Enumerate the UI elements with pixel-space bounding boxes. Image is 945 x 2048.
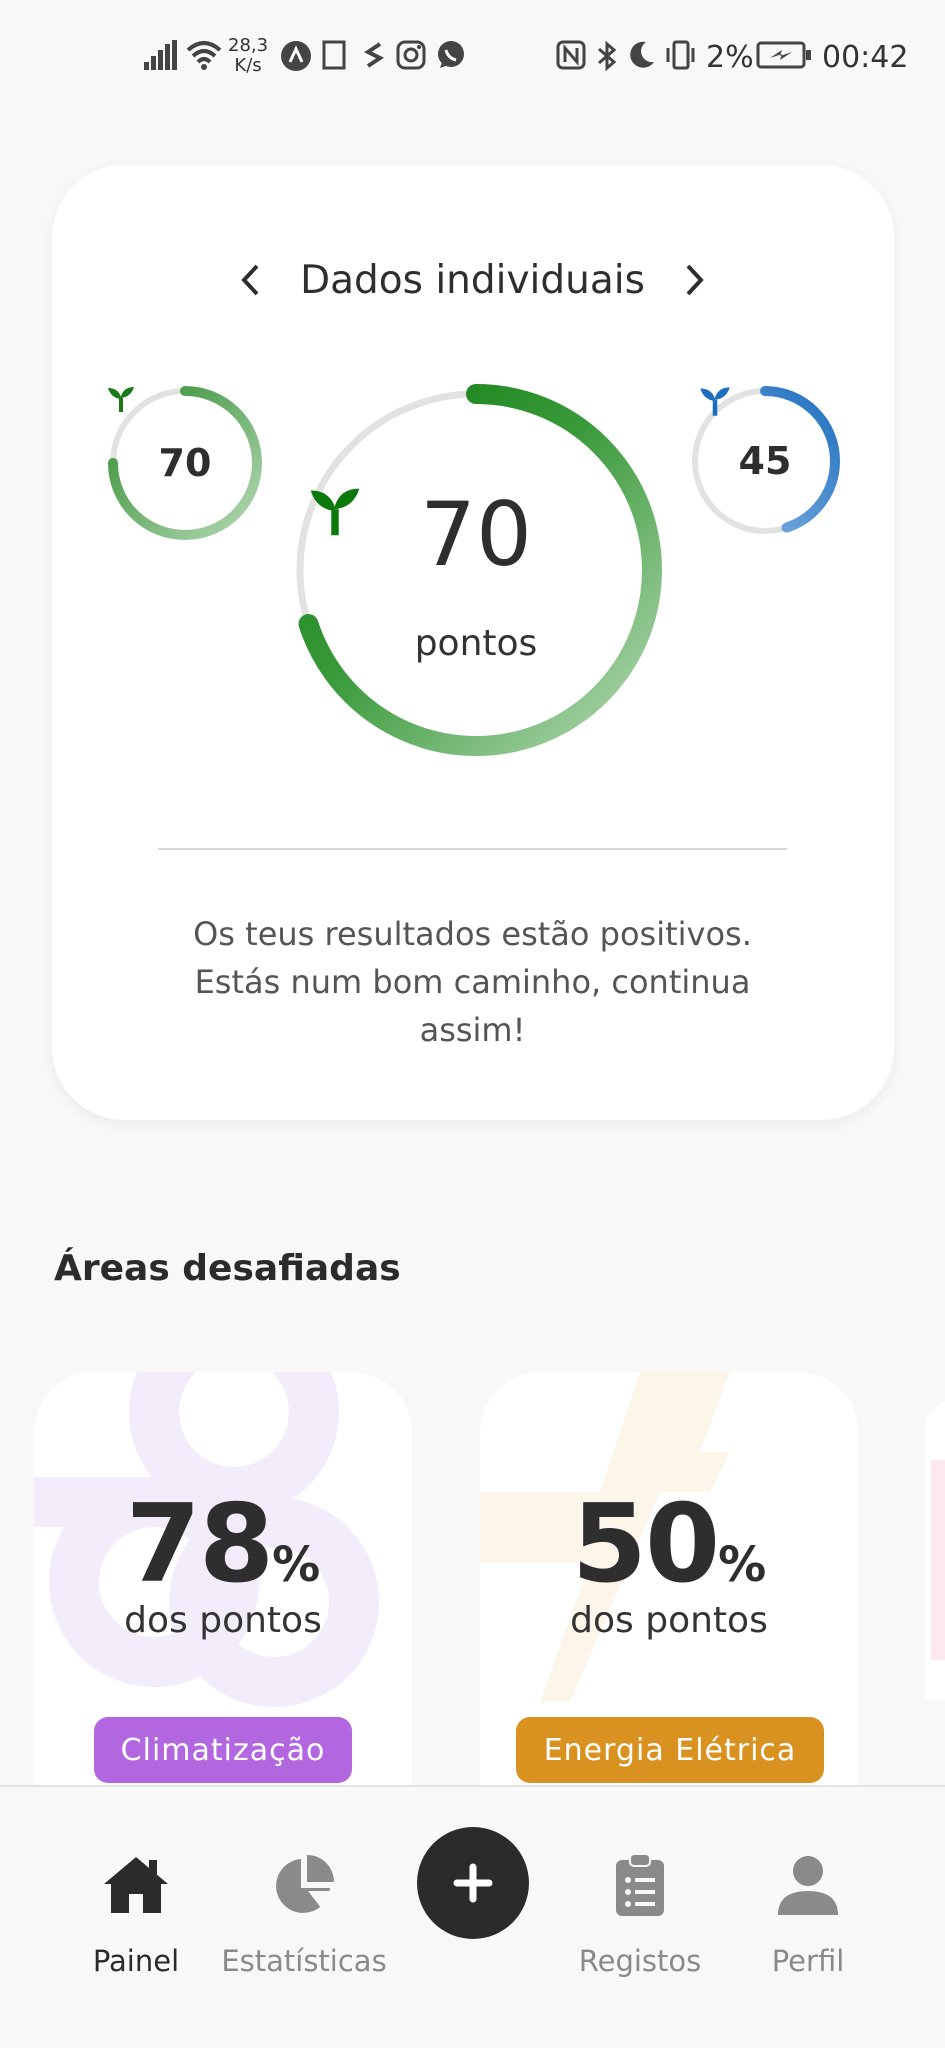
sprout-icon	[310, 488, 360, 536]
home-icon	[104, 1856, 168, 1913]
bluetooth-icon	[596, 40, 618, 72]
next-score-ring[interactable]: 45	[688, 384, 842, 538]
main-score-ring: 70 pontos	[289, 383, 663, 757]
app-notification-icon	[280, 40, 312, 72]
area-card-climatization[interactable]: 78% dos pontos Climatização	[34, 1372, 412, 1792]
nav-item-registos[interactable]: Registos	[550, 1847, 730, 1978]
section-title: Áreas desafiadas	[54, 1248, 401, 1289]
sync-icon	[360, 40, 386, 70]
nfc-icon	[556, 40, 586, 70]
network-speed: 28,3 K/s	[228, 35, 269, 76]
main-score-value: 70	[420, 483, 532, 586]
instagram-icon	[396, 40, 426, 70]
chevron-right-icon	[686, 264, 704, 296]
status-bar: 28,3 K/s 2% 00:42	[0, 0, 945, 120]
chevron-left-icon	[241, 264, 259, 296]
area-card-electricity[interactable]: 50% dos pontos Energia Elétrica	[480, 1372, 858, 1792]
previous-score-ring[interactable]: 70	[106, 384, 264, 542]
area-icon	[931, 1460, 945, 1660]
moon-icon	[626, 40, 656, 70]
clipboard-list-icon	[616, 1852, 664, 1916]
pie-chart-icon	[276, 1854, 334, 1913]
main-score-unit: pontos	[414, 623, 538, 664]
area-subtitle: dos pontos	[124, 1600, 322, 1641]
previous-score-value: 70	[158, 441, 212, 485]
vibrate-icon	[664, 40, 698, 70]
card-header: Dados individuais	[0, 240, 945, 320]
nav-item-perfil[interactable]: Perfil	[718, 1847, 898, 1978]
sprout-icon	[700, 387, 730, 416]
card-title: Dados individuais	[300, 257, 645, 303]
next-score-value: 45	[738, 439, 792, 483]
bottom-navigation: Painel Estatísticas Registos Perfil	[0, 1785, 945, 2048]
battery-percent: 2%	[706, 40, 754, 75]
area-card-next[interactable]	[925, 1400, 945, 1700]
area-subtitle: dos pontos	[570, 1600, 768, 1641]
area-value: 78%	[125, 1482, 321, 1607]
user-icon	[778, 1855, 838, 1915]
add-button[interactable]	[417, 1827, 529, 1939]
card-divider	[158, 848, 787, 850]
whatsapp-icon	[436, 40, 466, 70]
nav-item-painel[interactable]: Painel	[46, 1847, 226, 1978]
area-value: 50%	[571, 1482, 767, 1607]
nav-item-estatisticas[interactable]: Estatísticas	[214, 1847, 394, 1978]
battery-charging-icon	[756, 40, 812, 70]
signal-icon	[144, 40, 178, 70]
document-icon	[322, 40, 346, 70]
plus-icon	[453, 1863, 493, 1903]
next-button[interactable]	[665, 250, 725, 310]
sprout-icon	[108, 387, 134, 412]
previous-button[interactable]	[220, 250, 280, 310]
clock: 00:42	[822, 40, 909, 75]
result-message: Os teus resultados estão positivos. Está…	[193, 915, 752, 1049]
area-badge: Energia Elétrica	[516, 1717, 824, 1783]
area-badge: Climatização	[94, 1717, 352, 1783]
wifi-icon	[186, 40, 222, 70]
